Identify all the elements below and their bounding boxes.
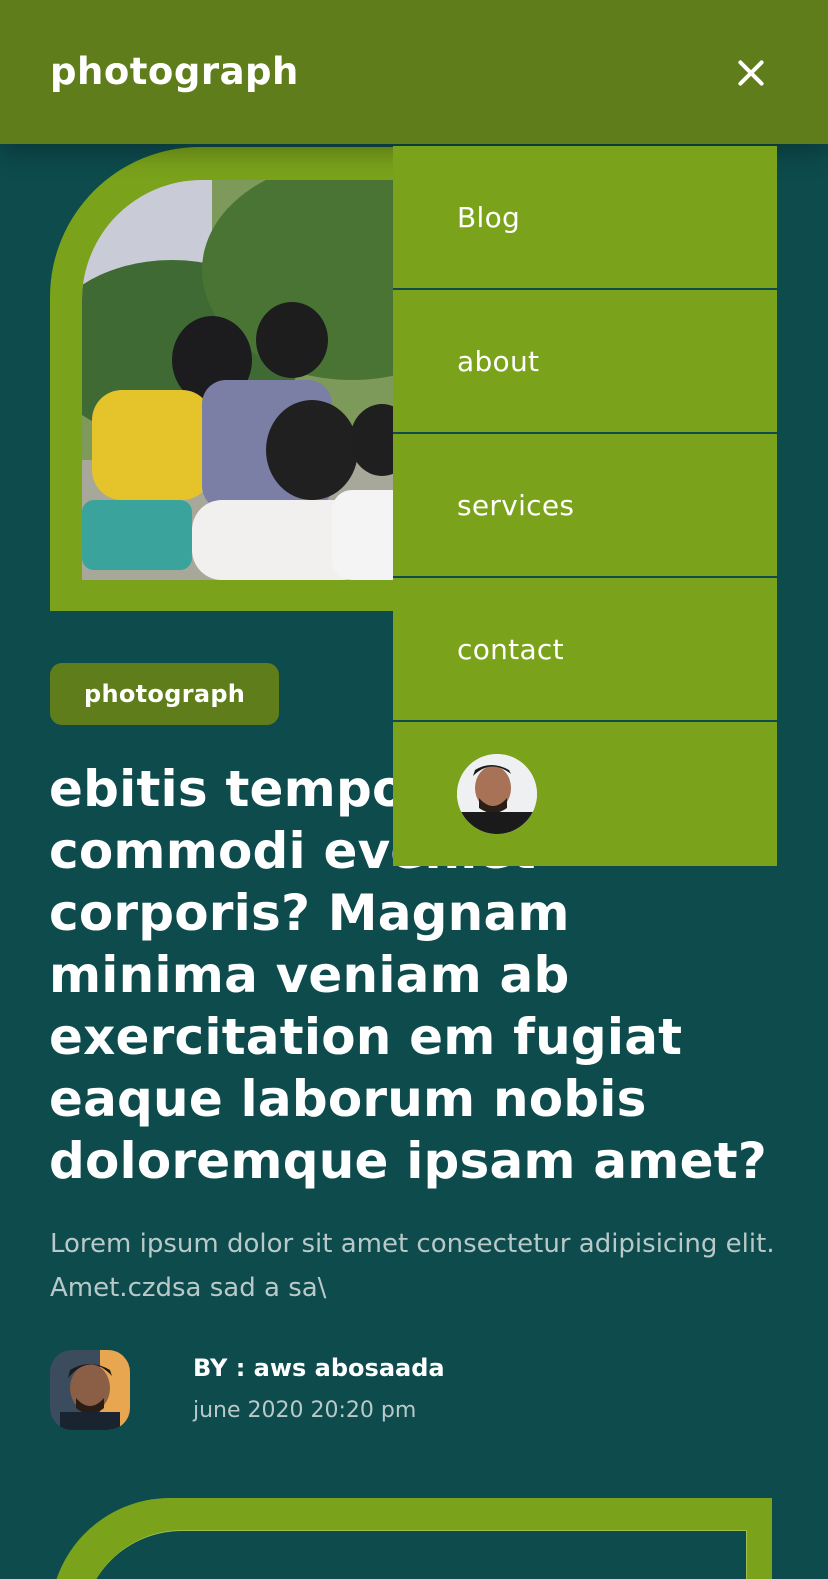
author-avatar bbox=[50, 1350, 130, 1430]
next-card-image[interactable] bbox=[82, 1530, 747, 1579]
brand-logo[interactable]: photograph bbox=[50, 50, 299, 93]
category-badge[interactable]: photograph bbox=[50, 663, 280, 725]
menu-item-contact[interactable]: contact bbox=[393, 578, 777, 722]
author-name[interactable]: BY : aws abosaada bbox=[193, 1354, 445, 1382]
post-date: june 2020 20:20 pm bbox=[193, 1398, 417, 1423]
dropdown-menu: Blog about services contact bbox=[393, 146, 777, 866]
menu-item-blog[interactable]: Blog bbox=[393, 146, 777, 290]
close-icon[interactable] bbox=[736, 58, 766, 88]
menu-item-profile[interactable] bbox=[393, 722, 777, 866]
post-excerpt: Lorem ipsum dolor sit amet consectetur a… bbox=[50, 1229, 775, 1303]
user-avatar[interactable] bbox=[457, 754, 537, 834]
menu-item-services[interactable]: services bbox=[393, 434, 777, 578]
menu-item-about[interactable]: about bbox=[393, 290, 777, 434]
top-header: photograph bbox=[0, 0, 828, 144]
